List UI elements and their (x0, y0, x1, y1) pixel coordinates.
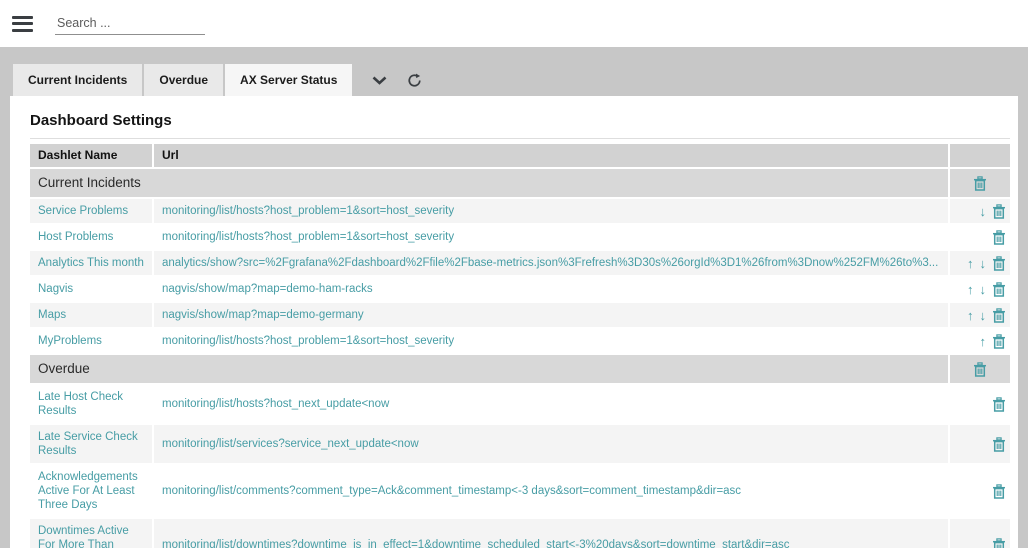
row-actions: ↑↓ (950, 277, 1010, 301)
tab-current-incidents[interactable]: Current Incidents (13, 64, 142, 96)
row-actions: ↑↓ (950, 251, 1010, 275)
dashlet-table: Dashlet Name Url Current Incidents Servi… (30, 144, 1010, 548)
dashlet-url-link[interactable]: monitoring/list/downtimes?downtime_is_in… (154, 519, 948, 548)
dashlet-name-link[interactable]: Late Host Check Results (30, 385, 152, 423)
move-up-icon[interactable]: ↑ (967, 283, 974, 296)
delete-icon[interactable] (992, 538, 1006, 548)
row-actions (950, 225, 1010, 249)
dashlet-name-link[interactable]: Analytics This month (30, 251, 152, 275)
dashlet-name-link[interactable]: Maps (30, 303, 152, 327)
table-row: MyProblems monitoring/list/hosts?host_pr… (30, 329, 1010, 353)
delete-icon[interactable] (992, 204, 1006, 219)
delete-icon[interactable] (992, 256, 1006, 271)
row-actions (950, 425, 1010, 463)
delete-icon[interactable] (992, 397, 1006, 412)
dashlet-name-link[interactable]: Downtimes Active For More Than Three Day… (30, 519, 152, 548)
move-down-icon[interactable]: ↓ (980, 309, 987, 322)
delete-icon[interactable] (992, 282, 1006, 297)
column-header-url: Url (154, 144, 948, 167)
row-actions (950, 385, 1010, 423)
delete-icon[interactable] (992, 308, 1006, 323)
table-row: Host Problems monitoring/list/hosts?host… (30, 225, 1010, 249)
move-down-icon[interactable]: ↓ (980, 283, 987, 296)
move-down-icon[interactable]: ↓ (980, 257, 987, 270)
dashlet-url-link[interactable]: monitoring/list/hosts?host_problem=1&sor… (154, 199, 948, 223)
table-body: Current Incidents Service Problems monit… (30, 169, 1010, 548)
table-row: Maps nagvis/show/map?map=demo-germany ↑↓ (30, 303, 1010, 327)
table-row: Analytics This month analytics/show?src=… (30, 251, 1010, 275)
row-actions: ↓ (950, 199, 1010, 223)
section-actions (950, 355, 1010, 383)
delete-icon[interactable] (992, 484, 1006, 499)
page-title: Dashboard Settings (30, 112, 1010, 129)
main-content: Dashboard Settings Dashlet Name Url Curr… (10, 96, 1018, 548)
delete-icon[interactable] (992, 437, 1006, 452)
row-actions (950, 519, 1010, 548)
table-row: Late Service Check Results monitoring/li… (30, 425, 1010, 463)
refresh-icon[interactable] (407, 64, 422, 96)
column-header-dashlet-name: Dashlet Name (30, 144, 152, 167)
tab-bar: Current Incidents Overdue AX Server Stat… (0, 47, 1028, 96)
dashlet-url-link[interactable]: monitoring/list/hosts?host_next_update<n… (154, 385, 948, 423)
column-header-actions (950, 144, 1010, 167)
search-input[interactable] (55, 12, 205, 35)
dashlet-url-link[interactable]: nagvis/show/map?map=demo-germany (154, 303, 948, 327)
table-header-row: Dashlet Name Url (30, 144, 1010, 167)
dashlet-name-link[interactable]: Late Service Check Results (30, 425, 152, 463)
dashlet-name-link[interactable]: MyProblems (30, 329, 152, 353)
delete-icon[interactable] (973, 176, 987, 191)
table-row: Acknowledgements Active For At Least Thr… (30, 465, 1010, 517)
move-up-icon[interactable]: ↑ (980, 335, 987, 348)
row-actions: ↑↓ (950, 303, 1010, 327)
chevron-down-icon[interactable] (372, 64, 387, 96)
top-bar (0, 0, 1028, 47)
row-actions (950, 465, 1010, 517)
section-actions (950, 169, 1010, 197)
table-row: Service Problems monitoring/list/hosts?h… (30, 199, 1010, 223)
dashlet-name-link[interactable]: Service Problems (30, 199, 152, 223)
move-up-icon[interactable]: ↑ (967, 257, 974, 270)
dashlet-url-link[interactable]: monitoring/list/services?service_next_up… (154, 425, 948, 463)
section-title: Current Incidents (30, 169, 948, 197)
dashlet-name-link[interactable]: Host Problems (30, 225, 152, 249)
table-row: Late Host Check Results monitoring/list/… (30, 385, 1010, 423)
title-divider (30, 138, 1010, 139)
dashlet-name-link[interactable]: Acknowledgements Active For At Least Thr… (30, 465, 152, 517)
dashlet-url-link[interactable]: nagvis/show/map?map=demo-ham-racks (154, 277, 948, 301)
delete-icon[interactable] (992, 230, 1006, 245)
table-row: Nagvis nagvis/show/map?map=demo-ham-rack… (30, 277, 1010, 301)
row-actions: ↑ (950, 329, 1010, 353)
move-down-icon[interactable]: ↓ (980, 205, 987, 218)
section-row: Overdue (30, 355, 1010, 383)
table-row: Downtimes Active For More Than Three Day… (30, 519, 1010, 548)
dashlet-name-link[interactable]: Nagvis (30, 277, 152, 301)
delete-icon[interactable] (973, 362, 987, 377)
dashlet-url-link[interactable]: monitoring/list/hosts?host_problem=1&sor… (154, 225, 948, 249)
dashlet-url-link[interactable]: monitoring/list/hosts?host_problem=1&sor… (154, 329, 948, 353)
dashlet-url-link[interactable]: analytics/show?src=%2Fgrafana%2Fdashboar… (154, 251, 948, 275)
section-title: Overdue (30, 355, 948, 383)
tab-ax-server-status[interactable]: AX Server Status (225, 64, 352, 96)
section-row: Current Incidents (30, 169, 1010, 197)
tab-overdue[interactable]: Overdue (144, 64, 223, 96)
menu-icon[interactable] (12, 12, 33, 35)
dashlet-url-link[interactable]: monitoring/list/comments?comment_type=Ac… (154, 465, 948, 517)
delete-icon[interactable] (992, 334, 1006, 349)
move-up-icon[interactable]: ↑ (967, 309, 974, 322)
